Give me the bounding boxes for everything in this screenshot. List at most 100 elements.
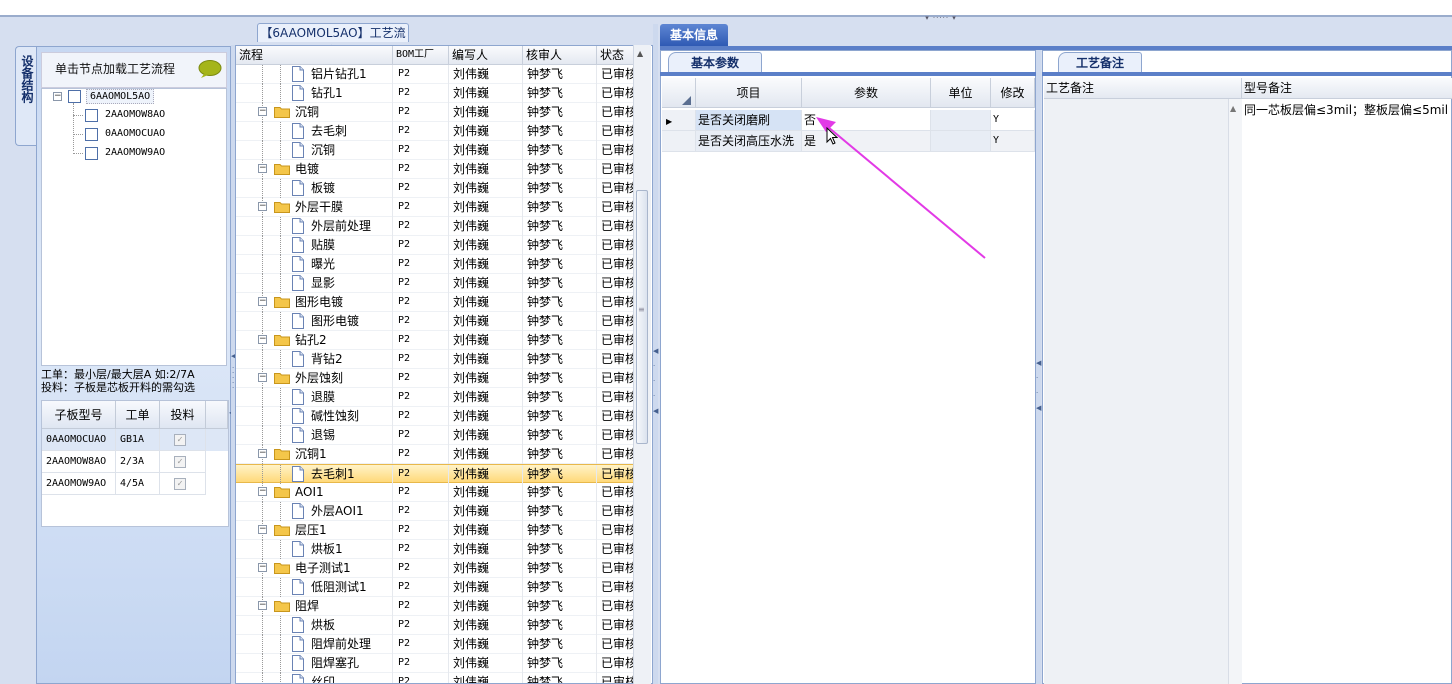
table-row[interactable]: − 外层蚀刻 P2 刘伟巍 钟梦飞 已审核: [236, 369, 636, 388]
subgrid-cell-model[interactable]: 2AAOMOW9AO: [42, 473, 116, 495]
process-status-cell[interactable]: 已审核: [601, 274, 635, 292]
table-row[interactable]: 阻焊塞孔 P2 刘伟巍 钟梦飞 已审核: [236, 654, 636, 673]
feed-checkbox[interactable]: ✓: [174, 434, 186, 446]
table-row[interactable]: 去毛刺 P2 刘伟巍 钟梦飞 已审核: [236, 122, 636, 141]
table-row[interactable]: 板镀 P2 刘伟巍 钟梦飞 已审核: [236, 179, 636, 198]
subgrid-cell-model[interactable]: 0AAOMOCUAO: [42, 429, 116, 451]
table-row[interactable]: − 电镀 P2 刘伟巍 钟梦飞 已审核: [236, 160, 636, 179]
process-status-cell[interactable]: 已审核: [601, 84, 635, 102]
col-header-bom[interactable]: BOM工厂: [393, 46, 449, 65]
right-splitter-arrows-icon[interactable]: ◀ · · ◀: [1036, 356, 1041, 416]
tree-child-checkbox[interactable]: [85, 109, 98, 122]
table-row[interactable]: 烘板 P2 刘伟巍 钟梦飞 已审核: [236, 616, 636, 635]
param-cell-item[interactable]: 是否关闭磨刷: [696, 110, 802, 131]
top-splitter-grip[interactable]: ▾ ····· ▾: [906, 14, 976, 22]
table-row[interactable]: − 图形电镀 P2 刘伟巍 钟梦飞 已审核: [236, 293, 636, 312]
process-status-cell[interactable]: 已审核: [601, 540, 635, 558]
col-header-writer[interactable]: 编写人: [449, 46, 523, 65]
equipment-structure-tab[interactable]: 设备结构: [15, 46, 37, 146]
subgrid-cell-model[interactable]: 2AAOMOW8AO: [42, 451, 116, 473]
table-row[interactable]: 铝片钻孔1 P2 刘伟巍 钟梦飞 已审核: [236, 65, 636, 84]
table-row[interactable]: − 电子测试1 P2 刘伟巍 钟梦飞 已审核: [236, 559, 636, 578]
param-header-modify[interactable]: 修改: [991, 78, 1035, 108]
remark-scroll-up-icon[interactable]: ▲: [1230, 104, 1236, 113]
table-row[interactable]: 背钻2 P2 刘伟巍 钟梦飞 已审核: [236, 350, 636, 369]
middle-splitter-arrows-icon[interactable]: ◀ · · · ◀: [653, 344, 658, 419]
table-row[interactable]: 碱性蚀刻 P2 刘伟巍 钟梦飞 已审核: [236, 407, 636, 426]
row-indicator[interactable]: ▶: [662, 110, 696, 131]
tree-child-checkbox[interactable]: [85, 147, 98, 160]
col-header-flow[interactable]: 流程: [236, 46, 393, 65]
row-indicator[interactable]: [662, 131, 696, 152]
table-row[interactable]: − 钻孔2 P2 刘伟巍 钟梦飞 已审核: [236, 331, 636, 350]
basic-param-tab[interactable]: 基本参数: [668, 52, 762, 73]
process-status-cell[interactable]: 已审核: [601, 465, 635, 483]
process-status-cell[interactable]: 已审核: [601, 65, 635, 83]
feed-checkbox[interactable]: ✓: [174, 456, 186, 468]
table-row[interactable]: 显影 P2 刘伟巍 钟梦飞 已审核: [236, 274, 636, 293]
table-row[interactable]: 阻焊前处理 P2 刘伟巍 钟梦飞 已审核: [236, 635, 636, 654]
process-status-cell[interactable]: 已审核: [601, 578, 635, 596]
splitter-grip-icon[interactable]: · · · · ·: [232, 365, 234, 392]
col-header-reviewer[interactable]: 核审人: [523, 46, 597, 65]
basic-info-tab[interactable]: 基本信息: [660, 24, 728, 46]
table-row[interactable]: 2AAOMOW8AO 2/3A ✓: [42, 451, 228, 473]
table-row[interactable]: 退锡 P2 刘伟巍 钟梦飞 已审核: [236, 426, 636, 445]
process-status-cell[interactable]: 已审核: [601, 483, 635, 501]
table-row[interactable]: − 阻焊 P2 刘伟巍 钟梦飞 已审核: [236, 597, 636, 616]
subgrid-header-feed[interactable]: 投料: [160, 401, 206, 429]
scroll-up-icon[interactable]: ▲: [637, 49, 643, 58]
model-remark-text[interactable]: 同一芯板层偏≤3mil；整板层偏≤5mil: [1244, 101, 1450, 121]
process-status-cell[interactable]: 已审核: [601, 103, 635, 121]
table-row[interactable]: 外层前处理 P2 刘伟巍 钟梦飞 已审核: [236, 217, 636, 236]
subgrid-header-model[interactable]: 子板型号: [42, 401, 116, 429]
table-row[interactable]: 低阻测试1 P2 刘伟巍 钟梦飞 已审核: [236, 578, 636, 597]
process-status-cell[interactable]: 已审核: [601, 616, 635, 634]
process-scrollbar-thumb[interactable]: [636, 190, 648, 444]
table-row[interactable]: 沉铜 P2 刘伟巍 钟梦飞 已审核: [236, 141, 636, 160]
table-row[interactable]: − 沉铜 P2 刘伟巍 钟梦飞 已审核: [236, 103, 636, 122]
process-status-cell[interactable]: 已审核: [601, 369, 635, 387]
table-row[interactable]: 烘板1 P2 刘伟巍 钟梦飞 已审核: [236, 540, 636, 559]
process-status-cell[interactable]: 已审核: [601, 293, 635, 311]
process-status-cell[interactable]: 已审核: [601, 597, 635, 615]
tree-child-node[interactable]: 0AAOMOCUAO: [105, 128, 165, 139]
tree-child-checkbox[interactable]: [85, 128, 98, 141]
param-cell-item[interactable]: 是否关闭高压水洗: [696, 131, 802, 152]
table-row[interactable]: − 层压1 P2 刘伟巍 钟梦飞 已审核: [236, 521, 636, 540]
table-row[interactable]: 0AAOMOCUAO GB1A ✓: [42, 429, 228, 451]
process-status-cell[interactable]: 已审核: [601, 635, 635, 653]
process-remark-scrollbar[interactable]: [1228, 99, 1242, 684]
subgrid-cell-order[interactable]: 2/3A: [116, 451, 160, 473]
table-row[interactable]: 退膜 P2 刘伟巍 钟梦飞 已审核: [236, 388, 636, 407]
table-row[interactable]: 图形电镀 P2 刘伟巍 钟梦飞 已审核: [236, 312, 636, 331]
process-status-cell[interactable]: 已审核: [601, 160, 635, 178]
process-status-cell[interactable]: 已审核: [601, 217, 635, 235]
process-status-cell[interactable]: 已审核: [601, 198, 635, 216]
table-row[interactable]: − 外层干膜 P2 刘伟巍 钟梦飞 已审核: [236, 198, 636, 217]
root-collapse-toggle[interactable]: −: [53, 92, 62, 101]
process-flow-tab[interactable]: 【6AAOMOL5AO】工艺流程: [257, 23, 409, 58]
process-status-cell[interactable]: 已审核: [601, 521, 635, 539]
process-status-cell[interactable]: 已审核: [601, 141, 635, 159]
process-status-cell[interactable]: 已审核: [601, 654, 635, 672]
subgrid-cell-order[interactable]: 4/5A: [116, 473, 160, 495]
process-status-cell[interactable]: 已审核: [601, 502, 635, 520]
process-status-cell[interactable]: 已审核: [601, 559, 635, 577]
param-header-value[interactable]: 参数: [802, 78, 931, 108]
table-row[interactable]: 曝光 P2 刘伟巍 钟梦飞 已审核: [236, 255, 636, 274]
tree-child-node[interactable]: 2AAOMOW9AO: [105, 147, 165, 158]
tree-child-node[interactable]: 2AAOMOW8AO: [105, 109, 165, 120]
table-row[interactable]: 贴膜 P2 刘伟巍 钟梦飞 已审核: [236, 236, 636, 255]
feed-checkbox[interactable]: ✓: [174, 478, 186, 490]
process-status-cell[interactable]: 已审核: [601, 445, 635, 463]
process-remark-tab[interactable]: 工艺备注: [1058, 52, 1142, 73]
tree-root-node[interactable]: 6AAOMOL5AO: [86, 89, 155, 104]
table-row[interactable]: 外层AOI1 P2 刘伟巍 钟梦飞 已审核: [236, 502, 636, 521]
table-row[interactable]: − AOI1 P2 刘伟巍 钟梦飞 已审核: [236, 483, 636, 502]
table-row[interactable]: 钻孔1 P2 刘伟巍 钟梦飞 已审核: [236, 84, 636, 103]
process-status-cell[interactable]: 已审核: [601, 350, 635, 368]
process-status-cell[interactable]: 已审核: [601, 179, 635, 197]
param-header-item[interactable]: 项目: [696, 78, 802, 108]
process-status-cell[interactable]: 已审核: [601, 312, 635, 330]
